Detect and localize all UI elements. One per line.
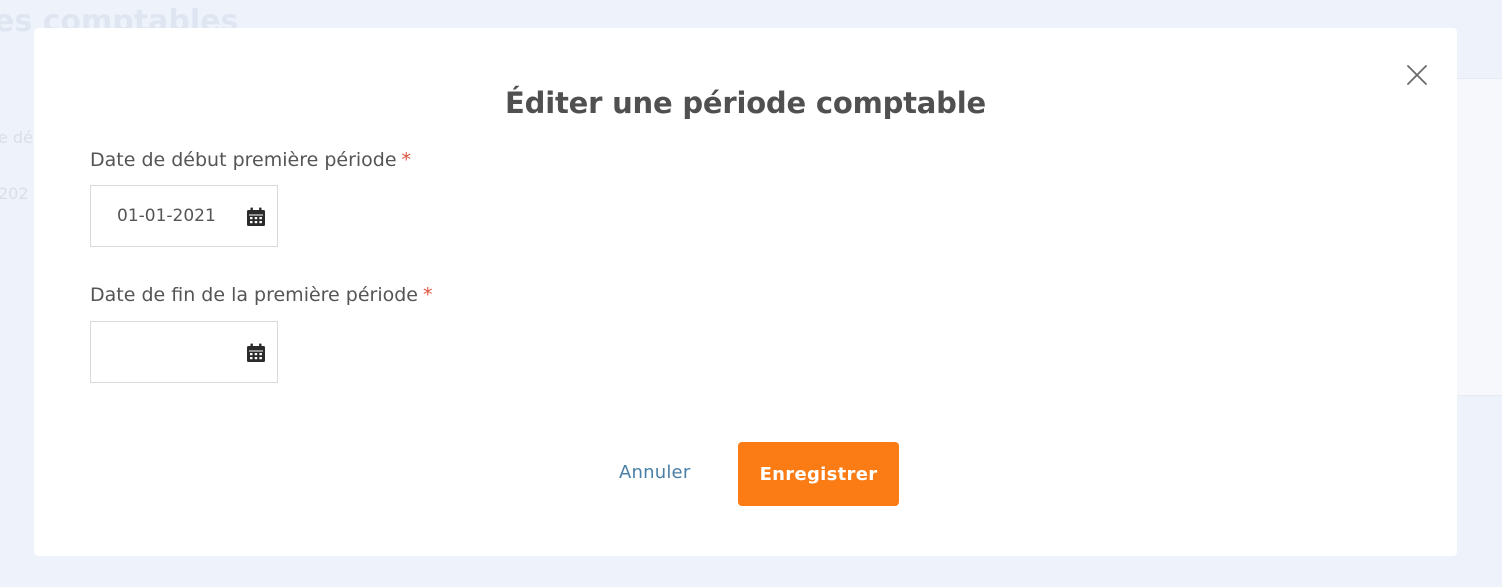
- close-icon: [1407, 65, 1427, 85]
- start-date-label-text: Date de début première période: [90, 149, 397, 171]
- required-marker: *: [423, 284, 433, 306]
- background-card: [1456, 78, 1502, 396]
- background-text: e dé: [0, 128, 33, 147]
- start-date-input[interactable]: [91, 186, 241, 246]
- required-marker: *: [401, 149, 412, 171]
- calendar-icon[interactable]: [246, 343, 266, 363]
- start-date-field[interactable]: [90, 185, 278, 247]
- calendar-icon[interactable]: [246, 207, 266, 227]
- end-date-field[interactable]: [90, 321, 278, 383]
- close-button[interactable]: [1403, 61, 1431, 89]
- save-button[interactable]: Enregistrer: [738, 442, 899, 506]
- end-date-input[interactable]: [91, 322, 241, 382]
- start-date-label: Date de début première période *: [90, 149, 411, 171]
- end-date-label-text: Date de fin de la première période: [90, 284, 419, 306]
- cancel-button[interactable]: Annuler: [619, 462, 690, 483]
- edit-period-modal: Éditer une période comptable Date de déb…: [34, 28, 1457, 556]
- end-date-label: Date de fin de la première période *: [90, 284, 433, 306]
- modal-title: Éditer une période comptable: [505, 86, 986, 120]
- background-text: 202: [0, 184, 29, 203]
